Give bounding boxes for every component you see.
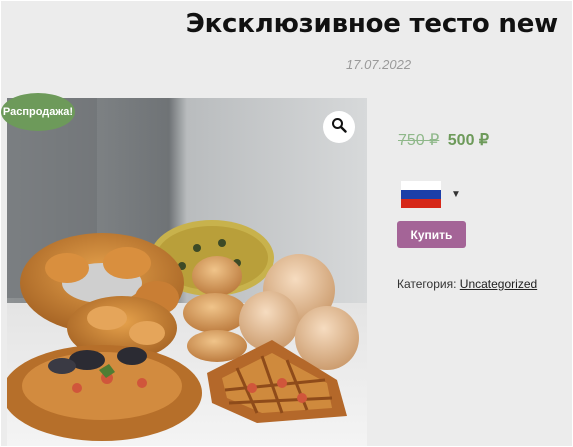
zoom-button[interactable] <box>323 111 355 143</box>
sale-badge: Распродажа! <box>1 93 75 131</box>
product-image[interactable] <box>7 98 367 446</box>
magnifier-icon <box>331 117 347 138</box>
product-page: Эксклюзивное тесто new 17.07.2022 Распро… <box>1 1 572 446</box>
russia-flag-icon <box>401 181 441 208</box>
currency-selector[interactable]: ▼ <box>401 181 461 208</box>
caret-down-icon[interactable]: ▼ <box>451 189 461 200</box>
category-link[interactable]: Uncategorized <box>460 277 537 291</box>
category-label: Категория: <box>397 277 457 291</box>
product-category: Категория: Uncategorized <box>397 277 537 291</box>
post-date: 17.07.2022 <box>346 57 412 72</box>
product-price: 750 ₽ 500 ₽ <box>398 130 489 150</box>
buy-button[interactable]: Купить <box>397 221 466 248</box>
sale-price: 500 ₽ <box>447 132 490 149</box>
product-title: Эксклюзивное тесто new <box>185 9 558 39</box>
old-price: 750 ₽ <box>398 132 440 149</box>
